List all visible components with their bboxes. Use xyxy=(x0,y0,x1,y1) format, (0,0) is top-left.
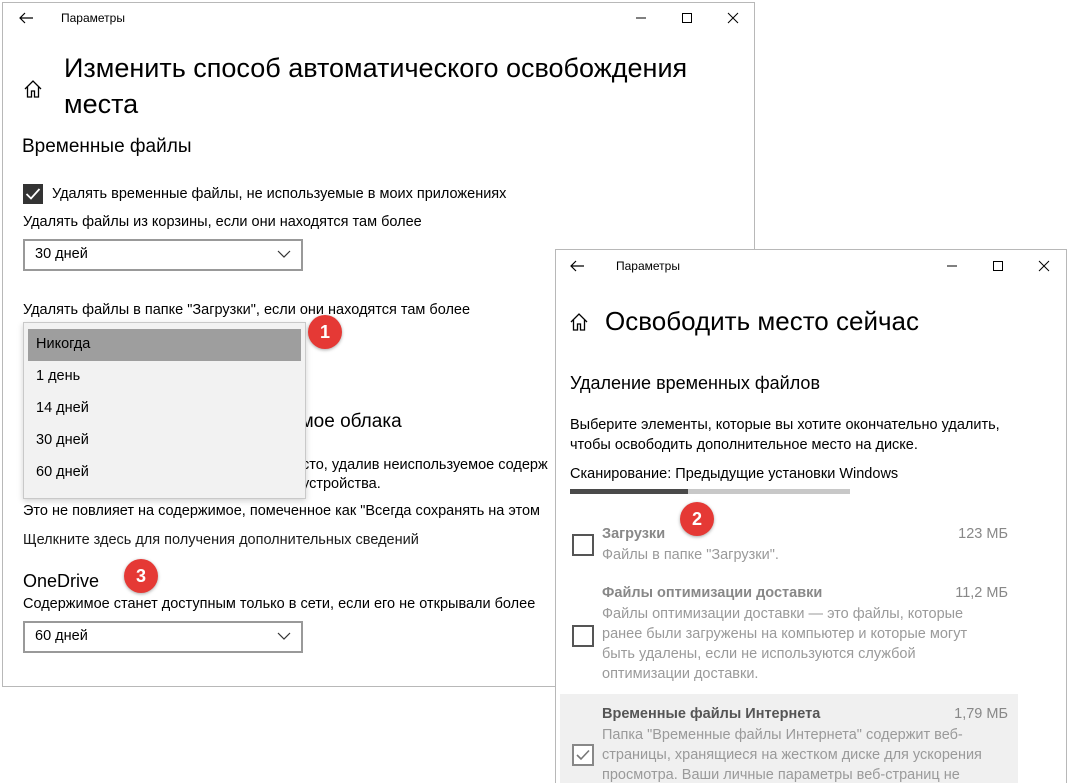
maximize-button[interactable] xyxy=(975,251,1021,281)
dropdown-option-14-days[interactable]: 14 дней xyxy=(24,393,305,425)
callout-badge-1: 1 xyxy=(308,315,342,349)
home-icon[interactable] xyxy=(569,312,589,337)
onedrive-dropdown-value: 60 дней xyxy=(35,628,88,644)
item-size-temp-internet-files: 1,79 МБ xyxy=(954,706,1008,722)
cloud-note: Это не повлияет на содержимое, помеченно… xyxy=(23,503,540,519)
onedrive-dropdown[interactable]: 60 дней xyxy=(23,621,303,653)
title-bar: Параметры xyxy=(556,250,1066,280)
window-title: Параметры xyxy=(616,259,680,273)
callout-badge-2: 2 xyxy=(680,502,714,536)
page-title-line1: Изменить способ автоматического освобожд… xyxy=(64,53,688,83)
recycle-bin-dropdown[interactable]: 30 дней xyxy=(23,239,303,271)
temp-internet-files-checkbox[interactable] xyxy=(572,744,594,766)
dropdown-option-never[interactable]: Никогда xyxy=(28,329,301,361)
cloud-desc-line1-partial: сто, удалив неиспользуемое содерж xyxy=(302,457,548,473)
description-line2: чтобы освободить дополнительное место на… xyxy=(570,437,918,453)
scan-status: Сканирование: Предыдущие установки Windo… xyxy=(570,466,899,482)
item-desc-temp-internet-files: Папка "Временные файлы Интернета" содерж… xyxy=(602,727,982,783)
minimize-button[interactable] xyxy=(618,3,664,33)
close-button[interactable] xyxy=(1021,251,1066,281)
back-arrow-icon[interactable] xyxy=(566,255,588,277)
item-size-downloads: 123 МБ xyxy=(958,526,1008,542)
onedrive-title: OneDrive xyxy=(23,571,100,591)
recycle-bin-dropdown-value: 30 дней xyxy=(35,246,88,262)
dropdown-option-30-days[interactable]: 30 дней xyxy=(24,425,305,457)
downloads-checkbox[interactable] xyxy=(572,534,594,556)
item-desc-downloads: Файлы в папке "Загрузки". xyxy=(602,547,779,563)
page-title-line2: места xyxy=(64,89,139,119)
back-arrow-icon[interactable] xyxy=(15,7,37,29)
description-line1: Выберите элементы, которые вы хотите око… xyxy=(570,417,1000,433)
cloud-section-title-partial: имое облака xyxy=(290,411,402,432)
item-size-delivery-optimization: 11,2 МБ xyxy=(955,585,1008,601)
more-info-link[interactable]: Щелкните здесь для получения дополнитель… xyxy=(23,532,419,548)
temp-files-section-title: Временные файлы xyxy=(22,136,192,157)
window-title: Параметры xyxy=(61,11,125,25)
dropdown-option-1-day[interactable]: 1 день xyxy=(24,361,305,393)
item-title-temp-internet-files: Временные файлы Интернета xyxy=(602,706,821,722)
close-button[interactable] xyxy=(710,3,754,33)
checkmark-icon xyxy=(25,188,41,200)
delete-temp-section-title: Удаление временных файлов xyxy=(570,373,821,393)
downloads-label: Удалять файлы в папке "Загрузки", если о… xyxy=(23,302,471,318)
chevron-down-icon xyxy=(277,250,291,258)
item-title-delivery-optimization: Файлы оптимизации доставки xyxy=(602,585,823,601)
delivery-optimization-checkbox[interactable] xyxy=(572,625,594,647)
minimize-button[interactable] xyxy=(929,251,975,281)
recycle-bin-label: Удалять файлы из корзины, если они наход… xyxy=(23,214,422,230)
dropdown-option-60-days[interactable]: 60 дней xyxy=(24,457,305,489)
item-desc-delivery-optimization: Файлы оптимизации доставки — это файлы, … xyxy=(602,606,968,682)
downloads-dropdown-list: Никогда 1 день 14 дней 30 дней 60 дней xyxy=(23,322,306,499)
callout-badge-3: 3 xyxy=(124,559,158,593)
item-title-downloads: Загрузки xyxy=(602,526,666,542)
title-bar: Параметры xyxy=(3,3,754,33)
settings-window-free-space: Параметры Освободить место сейчас Удален… xyxy=(555,249,1067,783)
maximize-button[interactable] xyxy=(664,3,710,33)
cloud-desc-line2-partial: устройства. xyxy=(302,476,381,492)
delete-temp-checkbox[interactable] xyxy=(23,184,43,204)
page-title: Освободить место сейчас xyxy=(605,306,919,336)
checkmark-icon xyxy=(576,749,590,761)
chevron-down-icon xyxy=(277,632,291,640)
onedrive-desc: Содержимое станет доступным только в сет… xyxy=(23,596,536,612)
home-icon[interactable] xyxy=(23,79,43,104)
delete-temp-checkbox-label: Удалять временные файлы, не используемые… xyxy=(52,186,507,202)
scan-progress-bar xyxy=(570,489,850,494)
scan-progress-fill xyxy=(570,489,688,494)
